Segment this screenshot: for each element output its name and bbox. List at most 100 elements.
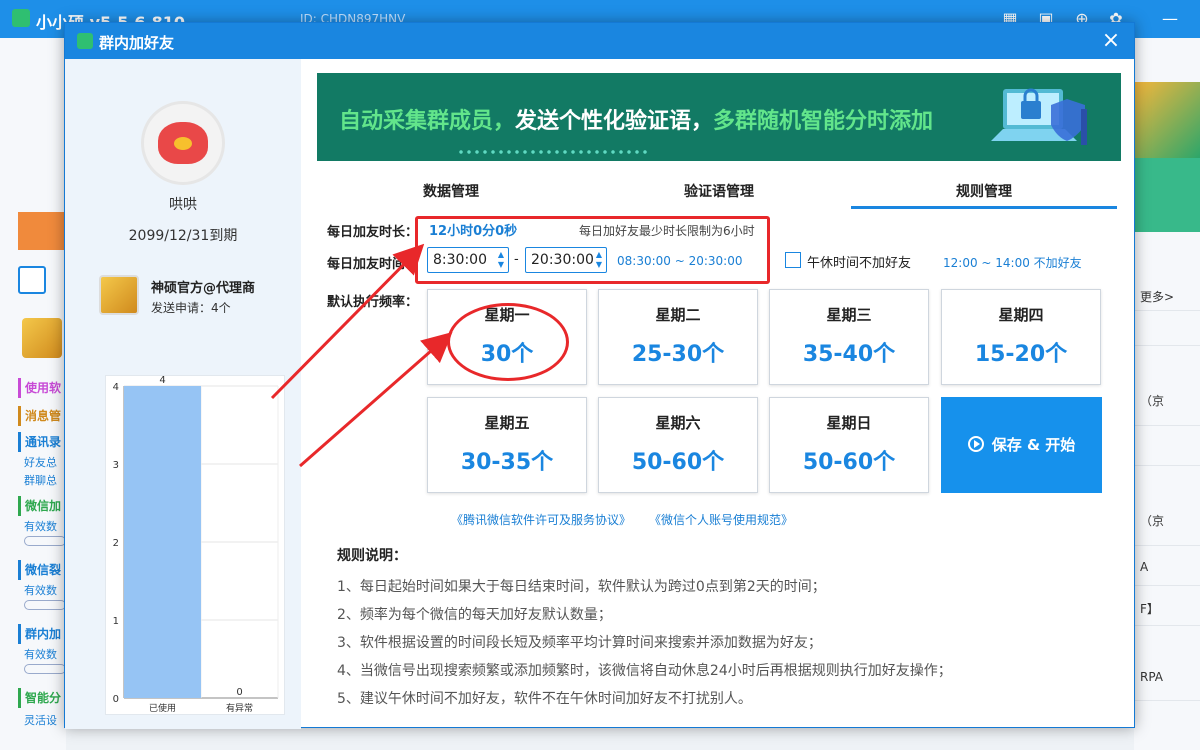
- promo-image: [1134, 82, 1200, 158]
- day-name: 星期五: [484, 414, 530, 432]
- close-button[interactable]: ×: [1098, 28, 1124, 54]
- tab-rule-management[interactable]: 规则管理: [851, 175, 1117, 209]
- day-card[interactable]: 星期四 15-20个: [941, 289, 1101, 385]
- sidebar-subitem: 有效数: [24, 648, 57, 661]
- list-item-text: （京: [1140, 394, 1165, 408]
- pig-icon: [158, 122, 208, 164]
- tab-greeting-management[interactable]: 验证语管理: [585, 175, 853, 209]
- sidebar-subitem: 灵活设: [24, 714, 57, 727]
- progress-bar: [24, 536, 66, 546]
- promo-banner: 自动采集群成员，发送个性化验证语，多群随机智能分时添加: [317, 73, 1121, 161]
- day-name: 星期三: [826, 306, 872, 324]
- sidebar-item[interactable]: 通讯录: [18, 432, 66, 452]
- chart-ytick-label: 4: [113, 382, 119, 393]
- more-link[interactable]: 更多>: [1140, 288, 1174, 305]
- divider: [1134, 585, 1200, 586]
- banner-text-part1: 自动采集群成员，: [339, 109, 516, 134]
- divider: [1134, 625, 1200, 626]
- chart-ytick-label: 2: [113, 538, 119, 549]
- annotation-circle: [447, 303, 569, 381]
- rule-item: 2、频率为每个微信的每天加好友默认数量；: [337, 607, 612, 623]
- save-and-start-button[interactable]: 保存 & 开始: [941, 397, 1102, 493]
- day-frequency-value: 15-20个: [974, 342, 1068, 367]
- daily-duration-label: 每日加友时长：: [327, 225, 419, 240]
- chart-ytick-label: 0: [113, 694, 119, 705]
- profile-name: 哄哄: [169, 197, 197, 213]
- lunch-break-label: 午休时间不加好友: [807, 256, 912, 271]
- chart-data-label: 4: [159, 376, 165, 386]
- account-avatar[interactable]: [22, 318, 62, 358]
- day-card[interactable]: 星期二 25-30个: [598, 289, 758, 385]
- chart-ytick-label: 1: [113, 616, 119, 627]
- list-item-text: （京: [1140, 514, 1165, 528]
- dialog-logo-icon: [77, 33, 93, 49]
- frequency-label: 默认执行频率：: [327, 295, 419, 310]
- sidebar-subitem: 有效数: [24, 584, 57, 597]
- profile-panel: 哄哄 2099/12/31到期 神硕官方@代理商 发送申请：4个 0 1 2 3 4 4 已…: [65, 59, 301, 729]
- chart-bar: [124, 386, 201, 698]
- day-name: 星期日: [826, 414, 872, 432]
- main-left-panel: 使用软 消息管 通讯录 微信加 微信裂 群内加 智能分 好友总 群聊总 有效数 有效数 有效数 灵活设: [0, 38, 66, 750]
- agent-avatar: [99, 275, 139, 315]
- progress-bar: [24, 664, 66, 674]
- save-button-label: 保存 & 开始: [991, 436, 1076, 454]
- add-friends-in-group-dialog: 群内加好友 × 哄哄 2099/12/31到期 神硕官方@代理商 发送申请：4个…: [64, 22, 1135, 729]
- banner-dots: [457, 149, 647, 155]
- rules-title: 规则说明：: [337, 548, 407, 564]
- tab-bar: 数据管理 验证语管理 规则管理: [317, 175, 1121, 209]
- avatar: [141, 101, 225, 185]
- sidebar-item[interactable]: 微信裂: [18, 560, 66, 580]
- divider: [1134, 425, 1200, 426]
- rule-item: 1、每日起始时间如果大于每日结束时间，软件默认为跨过0点到第2天的时间；: [337, 579, 826, 595]
- day-card[interactable]: 星期五 30-35个: [427, 397, 587, 493]
- list-item-text: RPA: [1140, 670, 1164, 684]
- day-frequency-value: 30-35个: [460, 450, 554, 475]
- dialog-title: 群内加好友: [99, 34, 175, 52]
- account-icon[interactable]: [18, 266, 46, 294]
- sidebar-subitem: 有效数: [24, 520, 57, 533]
- sidebar-item[interactable]: 智能分: [18, 688, 66, 708]
- day-frequency-value: 50-60个: [631, 450, 725, 475]
- app-logo-icon: [12, 9, 30, 27]
- day-card[interactable]: 星期六 50-60个: [598, 397, 758, 493]
- chart-data-label: 0: [236, 687, 242, 698]
- lunch-break-checkbox[interactable]: [785, 252, 801, 268]
- day-card[interactable]: 星期日 50-60个: [769, 397, 929, 493]
- minimize-icon[interactable]: —: [1160, 9, 1180, 29]
- sidebar-item[interactable]: 群内加: [18, 624, 66, 644]
- security-laptop-illustration: [991, 88, 1087, 145]
- tab-data-management[interactable]: 数据管理: [317, 175, 585, 209]
- day-frequency-value: 25-30个: [631, 342, 725, 367]
- daily-time-label: 每日加友时间：: [327, 257, 419, 272]
- day-card[interactable]: 星期三 35-40个: [769, 289, 929, 385]
- day-name: 星期六: [655, 414, 701, 432]
- divider: [1134, 700, 1200, 701]
- promo-image-2: [1134, 158, 1200, 232]
- day-name: 星期四: [998, 306, 1044, 324]
- list-item-text: A: [1140, 560, 1149, 574]
- chart-category-label: 有异常: [226, 702, 253, 714]
- agent-name: 神硕官方@代理商: [151, 281, 256, 296]
- annotation-rectangle: [415, 216, 770, 284]
- profile-expiry: 2099/12/31到期: [128, 228, 238, 244]
- divider: [1134, 310, 1200, 311]
- rule-item: 3、软件根据设置的时间段长短及频率平均计算时间来搜索并添加数据为好友；: [337, 635, 822, 651]
- feature-banner: [18, 212, 66, 250]
- day-frequency-value: 35-40个: [802, 342, 896, 367]
- sidebar-item[interactable]: 消息管: [18, 406, 66, 426]
- wechat-account-rules-link[interactable]: 《微信个人账号使用规范》: [649, 511, 793, 528]
- chart-category-label: 已使用: [149, 702, 176, 714]
- usage-chart-svg: 0 1 2 3 4 4 已使用 0 有异常: [113, 376, 279, 714]
- divider: [1134, 545, 1200, 546]
- banner-text-part2: 发送个性化验证语，: [515, 109, 714, 134]
- rule-item: 4、当微信号出现搜索频繁或添加频繁时，该微信将自动休息24小时后再根据规则执行加…: [337, 663, 952, 679]
- wechat-license-link[interactable]: 《腾讯微信软件许可及服务协议》: [451, 511, 631, 528]
- rule-item: 5、建议午休时间不加好友，软件不在午休时间加好友不打扰别人。: [337, 691, 752, 707]
- list-item-text: F】: [1140, 602, 1159, 616]
- banner-text-part3: 多群随机智能分时添加: [713, 109, 934, 134]
- sidebar-item[interactable]: 微信加: [18, 496, 66, 516]
- day-frequency-value: 50-60个: [802, 450, 896, 475]
- divider: [1134, 345, 1200, 346]
- usage-chart: 0 1 2 3 4 4 已使用 0 有异常: [105, 375, 285, 715]
- sidebar-item[interactable]: 使用软: [18, 378, 66, 398]
